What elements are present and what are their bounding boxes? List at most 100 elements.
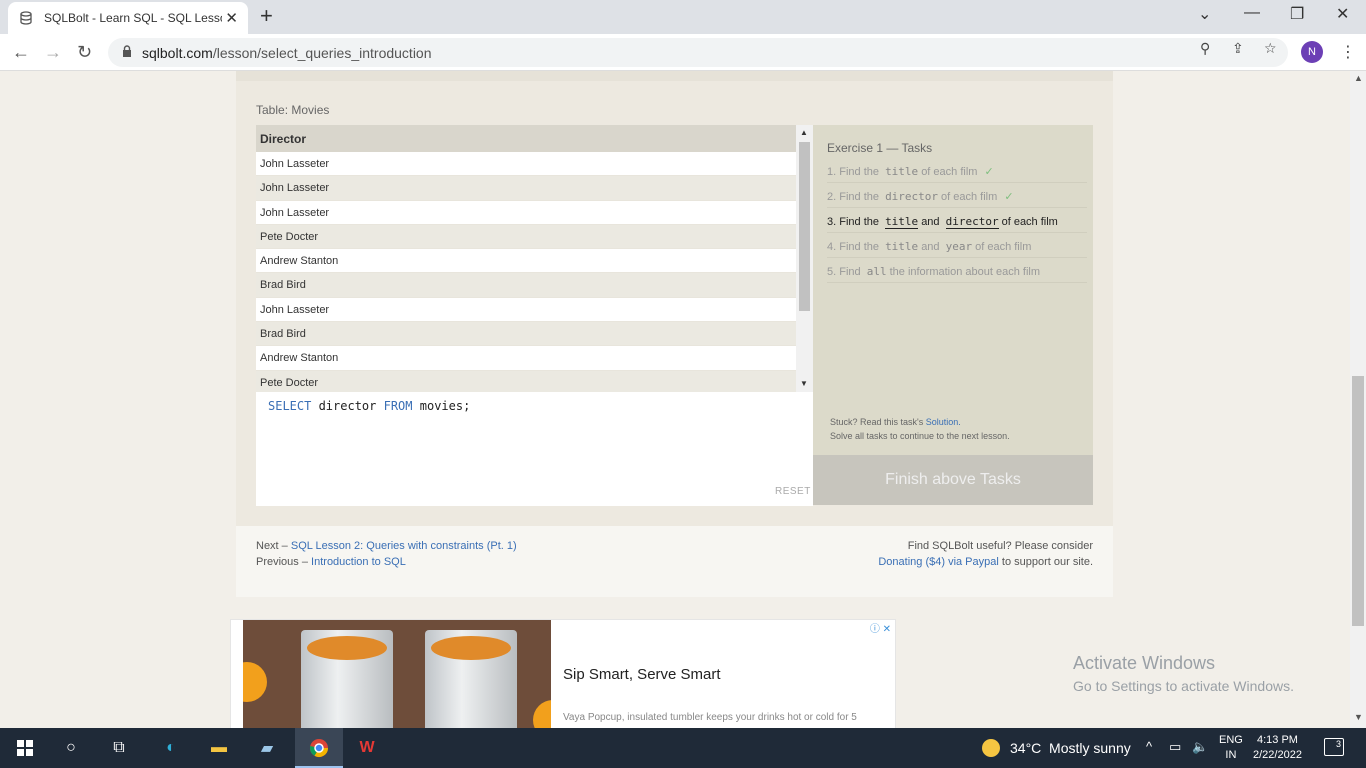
task-text: 4. <box>827 241 837 253</box>
task-item: 4. Find the title and year of each film <box>827 240 1087 258</box>
task-text: 2. <box>827 191 837 203</box>
ad-description: Vaya Popcup, insulated tumbler keeps you… <box>563 712 857 723</box>
profile-avatar[interactable]: N <box>1301 41 1323 63</box>
solution-link[interactable]: Solution. <box>926 417 961 427</box>
task-text: the information about each film <box>889 266 1041 278</box>
ad-headline[interactable]: Sip Smart, Serve Smart <box>563 666 721 683</box>
browser-toolbar: ← → ↻ sqlbolt.com/lesson/select_queries_… <box>0 34 1366 71</box>
task-item: 1. Find the title of each film ✓ <box>827 165 1087 183</box>
keyword-from: FROM <box>383 399 413 413</box>
database-icon <box>18 10 34 26</box>
results-table: Director John Lasseter John Lasseter John … <box>256 125 796 392</box>
tab-strip: SQLBolt - Learn SQL - SQL Lesson ✕ + ⌄ —… <box>0 0 1366 34</box>
close-tab-icon[interactable]: ✕ <box>225 9 238 27</box>
task-text: Find the <box>839 241 879 253</box>
previous-lesson-link[interactable]: Introduction to SQL <box>311 556 406 568</box>
scroll-down-icon[interactable]: ▼ <box>800 379 808 388</box>
ad-image <box>243 620 551 728</box>
lesson-footer: Next – SQL Lesson 2: Queries with constr… <box>236 526 1113 597</box>
table-label: Table: Movies <box>256 103 330 117</box>
reset-button[interactable]: RESET <box>775 486 811 497</box>
task-text: of each film <box>1001 216 1058 228</box>
tab-title: SQLBolt - Learn SQL - SQL Lesson <box>44 11 222 25</box>
table-row: Andrew Stanton <box>256 346 796 371</box>
scroll-down-icon[interactable]: ▼ <box>1354 712 1363 722</box>
battery-icon[interactable]: ▭ <box>1169 739 1181 755</box>
activation-watermark: Activate Windows Go to Settings to activ… <box>1073 653 1294 694</box>
sql-editor[interactable]: SELECT director FROM movies; <box>256 392 813 506</box>
task-item: 2. Find the director of each film ✓ <box>827 190 1087 208</box>
solve-all-text: Solve all tasks to continue to the next … <box>830 431 1010 441</box>
task-text: Find <box>839 266 861 278</box>
page-scroll-thumb[interactable] <box>1352 376 1364 626</box>
task-code: all <box>866 265 887 278</box>
bookmark-star-icon[interactable]: ☆ <box>1264 40 1277 57</box>
search-icon[interactable]: ○ <box>59 736 83 760</box>
lesson-navigation: Next – SQL Lesson 2: Queries with constr… <box>256 540 517 568</box>
task-text: Find the <box>839 216 879 228</box>
forward-icon[interactable]: → <box>44 42 62 63</box>
weather-widget[interactable]: 34°C Mostly sunny <box>982 739 1131 757</box>
keyword-select: SELECT <box>268 399 312 413</box>
back-icon[interactable]: ← <box>12 42 30 63</box>
url-text: sqlbolt.com/lesson/select_queries_introd… <box>142 44 432 61</box>
scroll-up-icon[interactable]: ▲ <box>1354 73 1363 83</box>
donate-link[interactable]: Donating ($4) via Paypal <box>878 556 998 568</box>
query-columns: director <box>311 399 384 413</box>
windows-start-icon[interactable] <box>13 736 37 760</box>
ad-close-icon[interactable]: ⓘ ✕ <box>870 620 891 635</box>
page-scrollbar[interactable]: ▲ ▼ <box>1350 71 1366 728</box>
zoom-icon[interactable]: ⚲ <box>1200 40 1210 57</box>
panel-top-strip <box>236 71 1113 81</box>
column-header: Director <box>256 125 796 152</box>
page-content: Table: Movies Director John Lasseter John… <box>0 71 1350 728</box>
task-text: of each film <box>975 241 1032 253</box>
menu-icon[interactable]: ⋮ <box>1340 42 1356 62</box>
advertisement[interactable]: Sip Smart, Serve Smart Vaya Popcup, insu… <box>230 619 896 728</box>
results-scrollbar[interactable]: ▲ ▼ <box>796 125 813 392</box>
task-item: 5. Find all the information about each fi… <box>827 265 1087 283</box>
task-text: and <box>921 241 940 253</box>
table-row: Brad Bird <box>256 273 796 298</box>
minimize-icon[interactable]: — <box>1244 4 1260 22</box>
table-row: John Lasseter <box>256 152 796 177</box>
show-hidden-icons-icon[interactable]: ^ <box>1146 739 1152 754</box>
task-code: year <box>945 240 973 253</box>
share-icon[interactable]: ⇪ <box>1232 40 1244 57</box>
browser-tab[interactable]: SQLBolt - Learn SQL - SQL Lesson ✕ <box>8 2 248 34</box>
next-lesson-link[interactable]: SQL Lesson 2: Queries with constraints (… <box>291 540 517 552</box>
task-text: 1. <box>827 166 837 178</box>
task-code: title <box>885 240 919 253</box>
address-bar[interactable]: sqlbolt.com/lesson/select_queries_introd… <box>108 38 1288 67</box>
clock[interactable]: 4:13 PM 2/22/2022 <box>1253 733 1302 763</box>
chrome-icon[interactable] <box>307 736 331 760</box>
tab-search-icon[interactable]: ⌄ <box>1198 4 1211 24</box>
task-item: 3. Find the title and director of each fil… <box>827 215 1087 233</box>
notes-app-icon[interactable]: ▰ <box>255 736 279 760</box>
finish-tasks-button[interactable]: Finish above Tasks <box>813 455 1093 505</box>
task-text: Find the <box>839 191 879 203</box>
support-text: Find SQLBolt useful? Please consider Don… <box>878 540 1093 568</box>
edge-icon[interactable]: ◐ <box>159 736 183 760</box>
notification-icon[interactable]: 3 <box>1324 738 1344 756</box>
task-view-icon[interactable]: ⧉ <box>107 736 131 760</box>
results-rows: John Lasseter John Lasseter John Lasseter P… <box>256 152 796 392</box>
sun-icon <box>982 739 1000 757</box>
task-text: and <box>921 216 940 228</box>
table-row: Brad Bird <box>256 322 796 347</box>
wps-office-icon[interactable]: W <box>355 736 379 760</box>
reload-icon[interactable]: ↻ <box>77 42 92 63</box>
task-text: 3. <box>827 216 837 228</box>
task-code: title <box>885 215 919 229</box>
task-text: 5. <box>827 266 837 278</box>
close-window-icon[interactable]: ✕ <box>1336 4 1349 24</box>
query-table: movies; <box>412 399 471 413</box>
restore-icon[interactable]: ❐ <box>1290 4 1304 24</box>
task-code: director <box>885 190 939 203</box>
language-indicator[interactable]: ENG IN <box>1219 733 1243 763</box>
scroll-up-icon[interactable]: ▲ <box>800 128 808 137</box>
volume-icon[interactable]: 🔈 <box>1192 739 1208 755</box>
new-tab-button[interactable]: + <box>260 5 273 27</box>
file-explorer-icon[interactable]: ▬ <box>207 736 231 760</box>
scroll-thumb[interactable] <box>799 142 810 311</box>
